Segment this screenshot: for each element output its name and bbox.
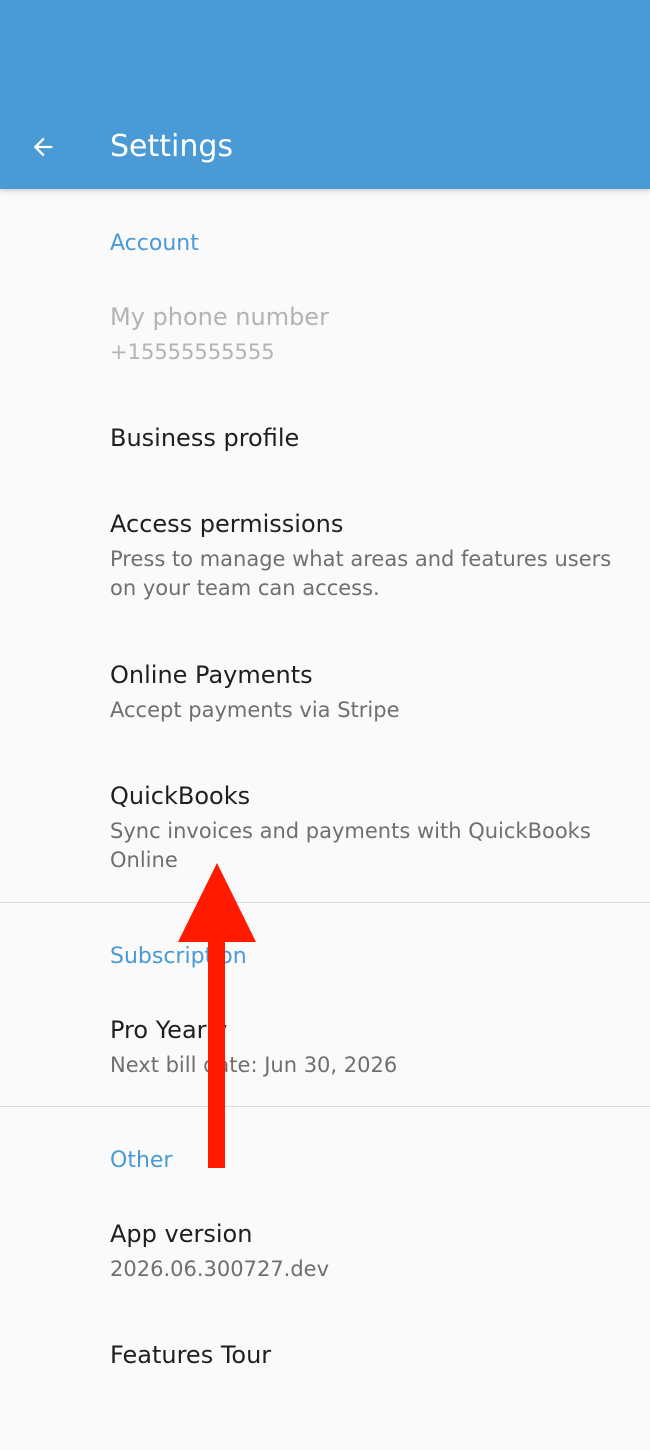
access-permissions-item[interactable]: Access permissions Press to manage what … xyxy=(0,490,650,625)
quickbooks-item[interactable]: QuickBooks Sync invoices and payments wi… xyxy=(0,765,650,890)
access-permissions-subtitle: Press to manage what areas and features … xyxy=(110,547,612,600)
phone-number-item: My phone number +15555555555 xyxy=(0,290,650,390)
subscription-plan-title: Pro Yearly xyxy=(110,1016,228,1044)
section-divider xyxy=(0,902,650,903)
section-header-other: Other xyxy=(110,1148,173,1173)
section-divider xyxy=(0,1106,650,1107)
subscription-plan-subtitle: Next bill date: Jun 30, 2026 xyxy=(110,1053,398,1077)
app-version-item[interactable]: App version 2026.06.300727.dev xyxy=(0,1205,650,1300)
access-permissions-title: Access permissions xyxy=(110,510,344,538)
business-profile-title: Business profile xyxy=(110,424,300,452)
phone-number-value: +15555555555 xyxy=(110,340,275,364)
app-version-title: App version xyxy=(110,1220,253,1248)
features-tour-title: Features Tour xyxy=(110,1341,272,1369)
section-header-subscription: Subscription xyxy=(110,944,247,969)
arrow-left-icon xyxy=(33,137,53,157)
online-payments-title: Online Payments xyxy=(110,661,313,689)
features-tour-item[interactable]: Features Tour xyxy=(0,1320,650,1400)
phone-number-title: My phone number xyxy=(110,303,329,331)
back-button[interactable] xyxy=(22,126,64,168)
quickbooks-title: QuickBooks xyxy=(110,782,251,810)
section-header-account: Account xyxy=(110,231,199,256)
app-version-value: 2026.06.300727.dev xyxy=(110,1257,330,1281)
online-payments-subtitle: Accept payments via Stripe xyxy=(110,698,400,722)
business-profile-item[interactable]: Business profile xyxy=(0,395,650,480)
online-payments-item[interactable]: Online Payments Accept payments via Stri… xyxy=(0,645,650,745)
page-title: Settings xyxy=(110,129,234,164)
quickbooks-subtitle: Sync invoices and payments with QuickBoo… xyxy=(110,819,591,872)
subscription-plan-item[interactable]: Pro Yearly Next bill date: Jun 30, 2026 xyxy=(0,1000,650,1095)
app-bar: Settings xyxy=(0,0,650,189)
